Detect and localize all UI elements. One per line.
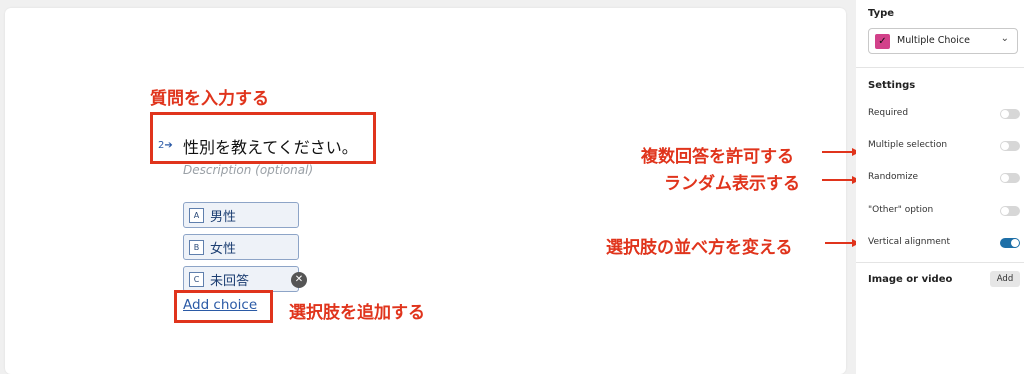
setting-other-option: "Other" option bbox=[868, 203, 1020, 219]
setting-randomize: Randomize bbox=[868, 170, 1020, 186]
arrow-right-icon bbox=[822, 176, 860, 184]
settings-heading: Settings bbox=[868, 80, 916, 91]
required-toggle[interactable] bbox=[1000, 109, 1020, 119]
chevron-down-icon: ⌄ bbox=[1000, 33, 1009, 44]
type-heading: Type bbox=[868, 8, 895, 19]
multiple-selection-toggle[interactable] bbox=[1000, 141, 1020, 151]
divider bbox=[856, 262, 1024, 263]
setting-label: Randomize bbox=[868, 172, 919, 182]
arrow-right-icon bbox=[822, 148, 860, 156]
setting-label: Required bbox=[868, 108, 909, 118]
setting-vertical-alignment: Vertical alignment bbox=[868, 235, 1020, 251]
settings-sidebar: Type ✓ Multiple Choice ⌄ Settings Requir… bbox=[856, 0, 1024, 374]
arrow-right-icon bbox=[825, 239, 860, 247]
type-select[interactable]: ✓ Multiple Choice ⌄ bbox=[868, 28, 1018, 54]
divider bbox=[856, 67, 1024, 68]
setting-label: Multiple selection bbox=[868, 140, 948, 150]
vertical-alignment-toggle[interactable] bbox=[1000, 238, 1020, 248]
setting-label: "Other" option bbox=[868, 205, 934, 215]
other-option-toggle[interactable] bbox=[1000, 206, 1020, 216]
setting-label: Vertical alignment bbox=[868, 237, 951, 247]
checkbox-icon: ✓ bbox=[875, 34, 890, 49]
setting-required: Required bbox=[868, 106, 1020, 122]
randomize-toggle[interactable] bbox=[1000, 173, 1020, 183]
add-media-button[interactable]: Add bbox=[990, 271, 1020, 287]
type-select-value: Multiple Choice bbox=[897, 35, 970, 46]
setting-multiple-selection: Multiple selection bbox=[868, 138, 1020, 154]
media-heading: Image or video bbox=[868, 274, 953, 285]
